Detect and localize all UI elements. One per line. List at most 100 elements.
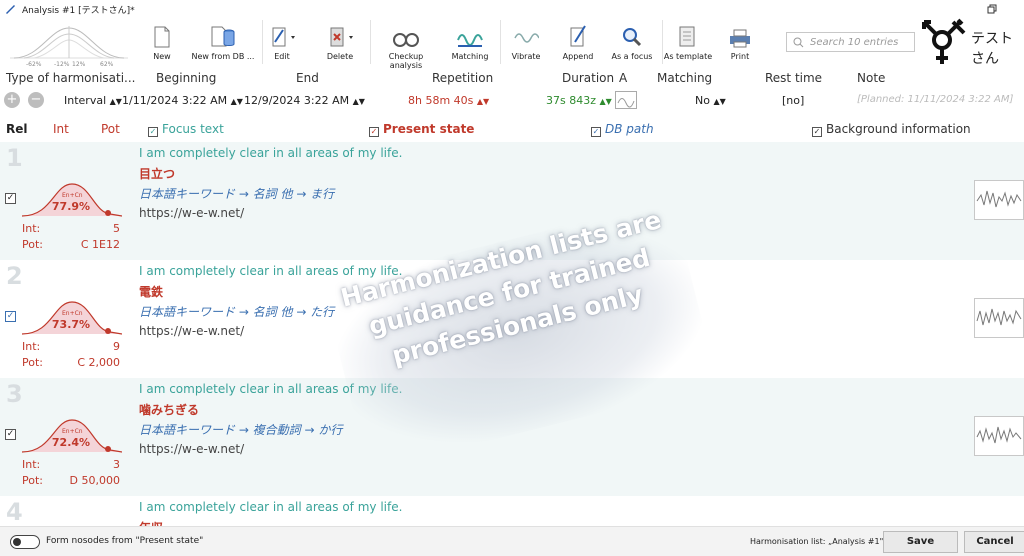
edit-button[interactable]: Edit: [256, 22, 308, 61]
cancel-button[interactable]: Cancel: [964, 531, 1024, 553]
entry-column-headers: Rel Int Pot ✓ Focus text ✓ Present state ✓…: [0, 117, 1024, 141]
col-int[interactable]: Int: [53, 122, 69, 136]
matching-value: No: [695, 94, 710, 107]
entry-number: 2: [6, 262, 23, 290]
col-present-state[interactable]: ✓ Present state: [369, 122, 474, 137]
search-input[interactable]: Search 10 entries: [786, 32, 915, 52]
header-repetition: Repetition: [432, 71, 494, 85]
nosode-toggle[interactable]: [10, 535, 40, 549]
analysis-values: + − Interval ▲▼ 1/11/2024 3:22 AM ▲▼ 12/…: [0, 90, 1024, 112]
duration-field[interactable]: 37s 843z ▲▼: [546, 94, 612, 107]
pot-value: C 1E12: [80, 238, 120, 251]
wave-icon: [514, 33, 539, 43]
checkup-analysis-button[interactable]: Checkup analysis: [372, 22, 440, 70]
int-value: 5: [113, 222, 120, 235]
background-info: https://w-e-w.net/: [139, 442, 245, 456]
col-rel[interactable]: Rel: [6, 122, 28, 136]
as-template-label: As template: [663, 52, 713, 61]
list-item[interactable]: 4 I am completely clear in all areas of …: [0, 496, 1024, 526]
search-icon: [793, 37, 804, 47]
present-state: 電鉄: [139, 285, 164, 299]
print-label: Print: [730, 52, 750, 61]
pot-value: C 2,000: [77, 356, 120, 369]
stepper-icon[interactable]: ▲▼: [231, 97, 243, 106]
repetition-field[interactable]: 8h 58m 40s ▲▼: [408, 94, 489, 107]
entry-number: 3: [6, 380, 23, 408]
beginning-field[interactable]: 1/11/2024 3:22 AM ▲▼: [122, 94, 243, 107]
col-pot[interactable]: Pot: [101, 122, 120, 136]
as-focus-button[interactable]: As a focus: [602, 22, 662, 61]
type-select[interactable]: Interval ▲▼: [64, 94, 122, 107]
as-template-button[interactable]: As template: [658, 22, 718, 61]
dist-tick: 62%: [100, 61, 114, 68]
waveform-thumbnail[interactable]: [974, 180, 1024, 220]
stepper-icon[interactable]: ▲▼: [477, 97, 489, 106]
stepper-icon[interactable]: ▲▼: [713, 97, 725, 106]
delete-button[interactable]: Delete: [312, 22, 368, 61]
footer-bar: Form nosodes from "Present state" Harmon…: [0, 526, 1024, 556]
add-button[interactable]: +: [4, 92, 20, 108]
user-name: テストさん: [971, 31, 1013, 67]
header-note: Note: [857, 71, 886, 85]
remove-button[interactable]: −: [28, 92, 44, 108]
col-present-state-label: Present state: [383, 122, 475, 136]
checkbox[interactable]: ✓: [369, 127, 379, 137]
db-path: 日本語キーワード → 名詞 他 → た行: [139, 305, 335, 319]
dist-tick: 12%: [72, 61, 86, 68]
waveform-thumbnail-icon[interactable]: [615, 91, 637, 109]
new-from-db-label: New from DB ...: [191, 52, 255, 61]
distribution-graph: -62% -12% 12% 62%: [10, 26, 128, 68]
int-label: Int:: [22, 458, 41, 471]
printer-icon: [730, 29, 750, 48]
stepper-icon[interactable]: ▲▼: [353, 97, 365, 106]
new-button[interactable]: New: [132, 22, 192, 61]
matching-button[interactable]: Matching: [440, 22, 500, 61]
window-title: Analysis #1 [テストさん]*: [22, 5, 135, 16]
search-placeholder: Search 10 entries: [810, 36, 899, 48]
analysis-header: Type of harmonisati... Beginning End Rep…: [0, 68, 1024, 88]
print-button[interactable]: Print: [710, 22, 770, 61]
col-db-path[interactable]: ✓ DB path: [591, 122, 654, 137]
vibrate-button[interactable]: Vibrate: [496, 22, 556, 61]
col-db-path-label: DB path: [605, 122, 654, 136]
entry-percentage: 73.7%: [51, 318, 91, 331]
col-background-info[interactable]: ✓ Background information: [812, 122, 971, 137]
db-path: 日本語キーワード → 複合動詞 → か行: [139, 423, 343, 437]
checkbox[interactable]: ✓: [812, 127, 822, 137]
header-rest-time: Rest time: [765, 71, 823, 85]
pot-label: Pot:: [22, 356, 43, 369]
entry-checkbox[interactable]: ✓: [5, 193, 16, 204]
pot-value: D 50,000: [69, 474, 120, 487]
save-button[interactable]: Save: [883, 531, 958, 553]
col-focus-text[interactable]: ✓ Focus text: [148, 122, 224, 137]
rest-time-value[interactable]: [no]: [782, 94, 804, 107]
background-info: https://w-e-w.net/: [139, 206, 245, 220]
entry-checkbox[interactable]: ✓: [5, 429, 16, 440]
header-a: A: [619, 71, 628, 85]
curve-label: En+Cn: [62, 428, 83, 435]
entry-checkbox[interactable]: ✓: [5, 311, 16, 322]
note-value[interactable]: [Planned: 11/11/2024 3:22 AM]: [857, 94, 1013, 105]
checkbox[interactable]: ✓: [148, 127, 158, 137]
checkbox[interactable]: ✓: [591, 127, 601, 137]
end-field[interactable]: 12/9/2024 3:22 AM ▲▼: [244, 94, 365, 107]
new-document-icon: [154, 26, 170, 48]
new-from-db-button[interactable]: New from DB ...: [188, 22, 258, 61]
waveform-thumbnail[interactable]: [974, 416, 1024, 456]
repetition-value: 8h 58m 40s: [408, 94, 474, 107]
waveform-thumbnail[interactable]: [974, 298, 1024, 338]
stepper-icon[interactable]: ▲▼: [600, 97, 612, 106]
matching-select[interactable]: No ▲▼: [695, 94, 726, 107]
restore-icon[interactable]: [987, 4, 997, 14]
entry-percentage: 77.9%: [51, 200, 91, 213]
pot-label: Pot:: [22, 474, 43, 487]
append-button[interactable]: Append: [548, 22, 608, 61]
focus-text: I am completely clear in all areas of my…: [139, 500, 403, 514]
curve-label: En+Cn: [62, 310, 83, 317]
binoculars-icon: [393, 33, 419, 47]
stepper-icon[interactable]: ▲▼: [110, 97, 122, 106]
append-label: Append: [562, 52, 594, 61]
edit-icon: [272, 27, 295, 47]
app-logo-icon: [6, 5, 15, 14]
present-state: 噛みちぎる: [139, 403, 200, 417]
